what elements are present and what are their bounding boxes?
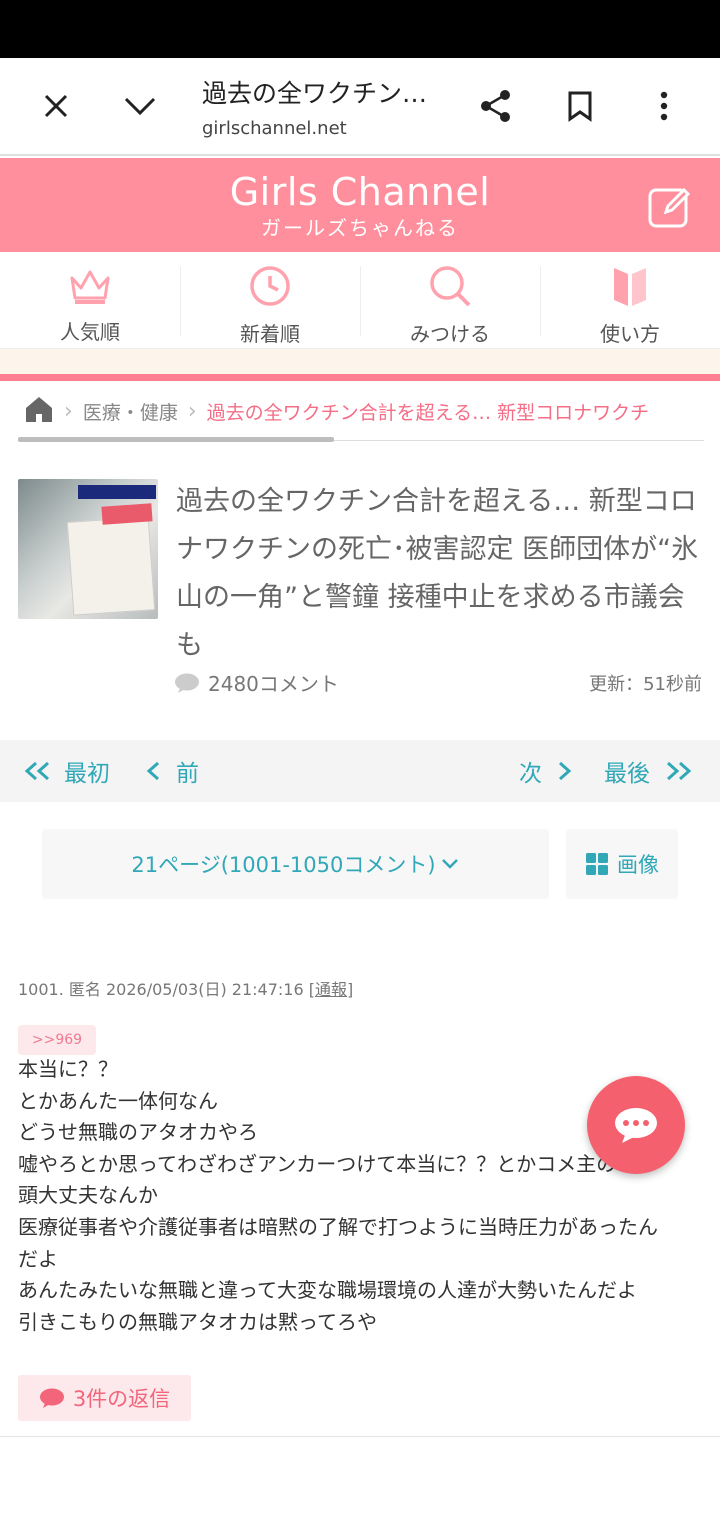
tab-discover-label: みつける [410, 322, 490, 346]
tab-popular-label: 人気順 [60, 320, 120, 344]
comment-count: 2480コメント [174, 668, 339, 697]
first-page-label: 最初 [64, 761, 110, 787]
comment-count-label: 2480コメント [208, 672, 339, 696]
double-chevron-left-icon [24, 761, 49, 781]
crown-icon [67, 264, 113, 310]
chevron-right-icon: › [64, 398, 73, 424]
updated-time: 更新：51秒前 [589, 674, 702, 695]
chat-bubble-icon [615, 1108, 657, 1143]
comment-line: 引きこもりの無職アタオカは黙ってろや [18, 1309, 377, 1334]
status-bar [0, 0, 720, 58]
nav-tabs: 人気順 新着順 みつける 使い方 [0, 252, 720, 348]
article-title: 過去の全ワクチン合計を超える… 新型コロナワクチンの死亡･被害認定 医師団体が“… [176, 486, 699, 661]
chevron-down-icon [441, 859, 458, 869]
comment-line: あんたみたいな無職と違って大変な職場環境の人達が大勢いたんだよ [18, 1278, 637, 1303]
tab-popular[interactable]: 人気順 [0, 252, 180, 348]
share-icon[interactable] [472, 82, 520, 130]
comment-meta-text: 1001. 匿名 2026/05/03(日) 21:47:16 [18, 980, 304, 999]
page-select-label: 21ページ(1001-1050コメント) [131, 853, 436, 877]
next-page-link[interactable]: 次 [519, 754, 572, 788]
pagination: 最初 前 次 最後 [0, 740, 720, 802]
images-button-label: 画像 [617, 853, 659, 877]
home-icon[interactable] [24, 395, 54, 428]
prev-page-label: 前 [176, 761, 199, 787]
comment-line: 本当に？？ [18, 1057, 118, 1081]
tab-howto-label: 使い方 [600, 322, 660, 346]
chevron-down-icon[interactable] [116, 82, 164, 130]
images-button[interactable]: 画像 [566, 829, 678, 899]
comment-divider [0, 1436, 720, 1437]
first-page-link[interactable]: 最初 [22, 754, 110, 788]
chevron-left-icon [146, 761, 159, 781]
last-page-label: 最後 [604, 761, 650, 787]
chevron-right-icon [559, 761, 572, 781]
comment-line: 医療従事者や介護従事者は暗黙の了解で打つように当時圧力があったん [18, 1214, 658, 1239]
breadcrumb: › 医療・健康 › 過去の全ワクチン合計を超える… 新型コロナワクチ [0, 388, 720, 434]
clock-icon [248, 264, 292, 312]
page-url: girlschannel.net [202, 118, 347, 139]
comment-bubble-icon [175, 673, 199, 693]
comment-anchor-link[interactable]: >>969 [18, 1025, 96, 1055]
search-icon [427, 264, 473, 312]
page-title: 過去の全ワクチン… [202, 79, 428, 108]
browser-toolbar: 過去の全ワクチン… girlschannel.net [0, 58, 720, 156]
breadcrumb-current: 過去の全ワクチン合計を超える… 新型コロナワクチ [206, 401, 650, 424]
close-icon[interactable] [32, 82, 80, 130]
tab-howto[interactable]: 使い方 [540, 252, 720, 348]
notice-strip [0, 348, 720, 374]
bookmark-icon[interactable] [556, 82, 604, 130]
breadcrumb-category[interactable]: 医療・健康 [83, 398, 178, 425]
last-page-link[interactable]: 最後 [604, 754, 694, 788]
replies-label: 3件の返信 [72, 1387, 171, 1411]
comment-bubble-icon [39, 1388, 64, 1408]
breadcrumb-scrollbar[interactable] [18, 437, 334, 442]
next-page-label: 次 [519, 761, 542, 787]
article-thumbnail[interactable] [18, 479, 158, 619]
book-icon [610, 264, 650, 312]
tab-newest-label: 新着順 [240, 322, 300, 346]
replies-button[interactable]: 3件の返信 [18, 1375, 191, 1421]
site-header: Girls Channel ガールズちゃんねる [0, 158, 720, 252]
report-link[interactable]: 通報 [315, 980, 347, 999]
comment-line: だよ [18, 1246, 58, 1271]
chevron-right-icon: › [187, 398, 197, 424]
site-logo-sub: ガールズちゃんねる [261, 216, 459, 240]
double-chevron-right-icon [667, 761, 692, 781]
tab-newest[interactable]: 新着順 [180, 252, 360, 348]
page-select-dropdown[interactable]: 21ページ(1001-1050コメント) [42, 829, 549, 899]
more-menu-icon[interactable] [640, 82, 688, 130]
comment-meta: 1001. 匿名 2026/05/03(日) 21:47:16 [通報] [18, 980, 354, 999]
grid-icon [586, 853, 608, 875]
prev-page-link[interactable]: 前 [146, 754, 199, 788]
header-divider [0, 374, 720, 381]
comment-line: 頭大丈夫なんか [18, 1183, 158, 1208]
post-comment-fab[interactable] [587, 1076, 685, 1174]
tab-discover[interactable]: みつける [360, 252, 540, 348]
site-logo[interactable]: Girls Channel [0, 170, 720, 214]
post-topic-icon[interactable] [646, 182, 694, 230]
